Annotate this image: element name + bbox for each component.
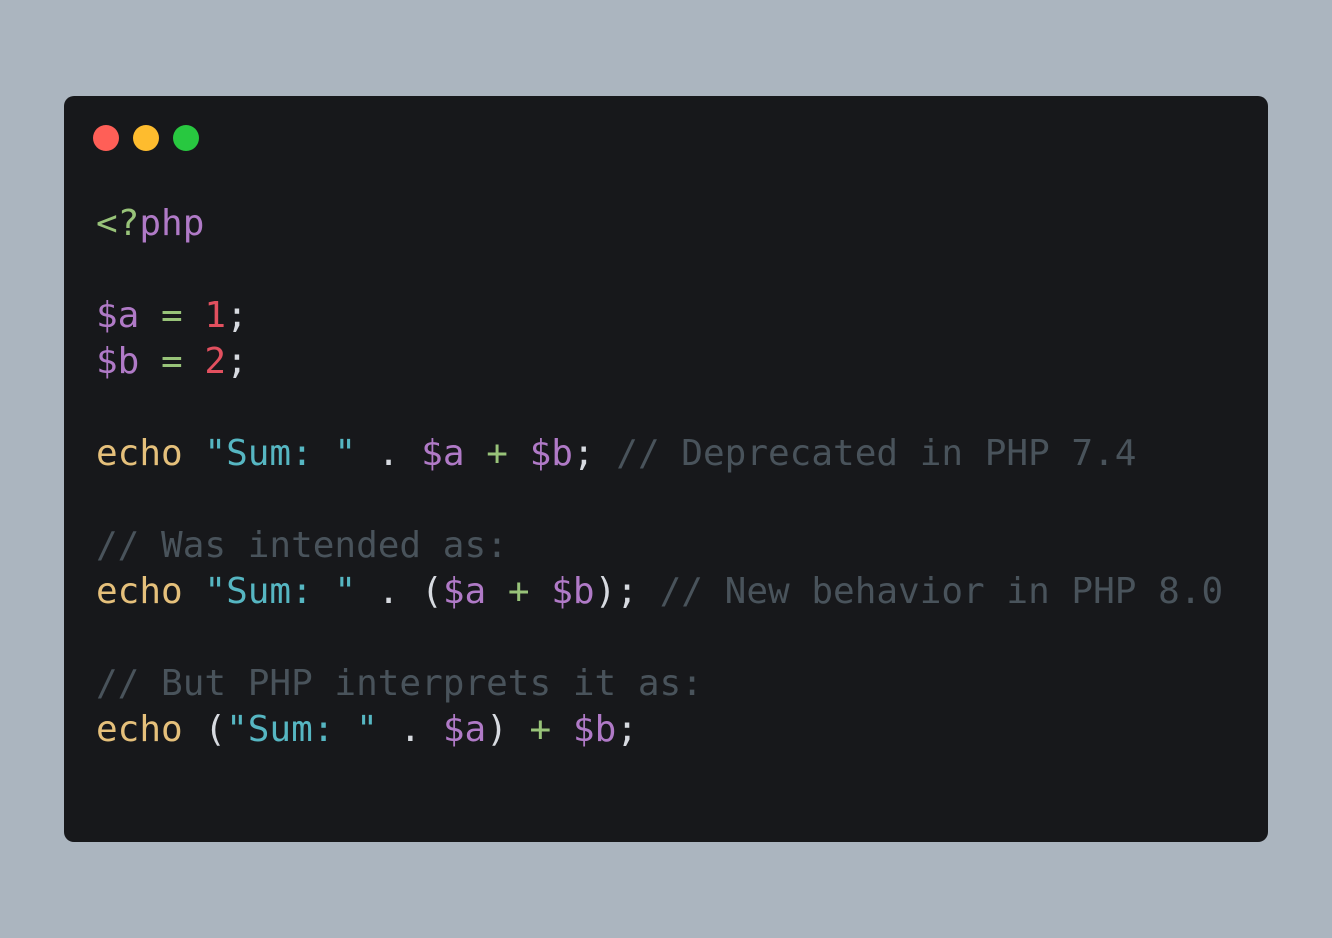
- punctuation: . (: [356, 571, 443, 612]
- echo-keyword: echo: [96, 433, 183, 474]
- code-line: <?php: [96, 201, 1223, 247]
- punctuation: [183, 433, 205, 474]
- operator: +: [507, 571, 530, 612]
- code-line: echo "Sum: " . ($a + $b); // New behavio…: [96, 569, 1223, 615]
- punctuation: [183, 295, 205, 336]
- minimize-dot-icon[interactable]: [133, 125, 159, 151]
- punctuation: [486, 571, 508, 612]
- punctuation: [530, 571, 552, 612]
- operator: +: [486, 433, 508, 474]
- string-literal: "Sum: ": [226, 709, 378, 750]
- variable: $b: [572, 709, 617, 750]
- number-literal: 1: [204, 295, 227, 336]
- punctuation: ;: [226, 295, 248, 336]
- number-literal: 2: [204, 341, 227, 382]
- variable: $b: [96, 341, 140, 382]
- operator: +: [529, 709, 552, 750]
- variable: $b: [529, 433, 573, 474]
- punctuation: );: [594, 571, 660, 612]
- punctuation: .: [356, 433, 422, 474]
- code-line: // Was intended as:: [96, 523, 1223, 569]
- operator: =: [161, 295, 183, 336]
- code-window: <?php $a = 1; $b = 2; echo "Sum: " . $a +…: [64, 96, 1268, 842]
- punctuation: ;: [226, 341, 248, 382]
- punctuation: (: [182, 709, 227, 750]
- punctuation: [183, 571, 205, 612]
- string-literal: "Sum: ": [204, 433, 357, 474]
- punctuation: [139, 295, 161, 336]
- maximize-dot-icon[interactable]: [173, 125, 199, 151]
- punctuation: ;: [616, 709, 638, 750]
- code-line: $a = 1;: [96, 293, 1223, 339]
- variable: $a: [421, 433, 465, 474]
- punctuation: .: [377, 709, 443, 750]
- php-open-tag: <?: [96, 203, 140, 244]
- punctuation: [139, 341, 161, 382]
- code-line: echo "Sum: " . $a + $b; // Deprecated in…: [96, 431, 1223, 477]
- variable: $b: [551, 571, 595, 612]
- string-literal: "Sum: ": [204, 571, 357, 612]
- punctuation: ): [486, 709, 530, 750]
- comment: // Deprecated in PHP 7.4: [616, 433, 1137, 474]
- punctuation: [508, 433, 530, 474]
- punctuation: ;: [572, 433, 617, 474]
- code-line: // But PHP interprets it as:: [96, 661, 1223, 707]
- variable: $a: [96, 295, 140, 336]
- code-block: <?php $a = 1; $b = 2; echo "Sum: " . $a +…: [96, 201, 1223, 753]
- operator: =: [161, 341, 183, 382]
- comment: // Was intended as:: [96, 525, 508, 566]
- php-keyword: php: [139, 203, 205, 244]
- echo-keyword: echo: [96, 571, 183, 612]
- variable: $a: [442, 571, 487, 612]
- variable: $a: [442, 709, 487, 750]
- punctuation: [183, 341, 205, 382]
- code-line: echo ("Sum: " . $a) + $b;: [96, 707, 1223, 753]
- code-line: $b = 2;: [96, 339, 1223, 385]
- echo-keyword: echo: [96, 709, 183, 750]
- comment: // But PHP interprets it as:: [96, 663, 703, 704]
- comment: // New behavior in PHP 8.0: [659, 571, 1224, 612]
- close-dot-icon[interactable]: [93, 125, 119, 151]
- punctuation: [551, 709, 573, 750]
- punctuation: [465, 433, 487, 474]
